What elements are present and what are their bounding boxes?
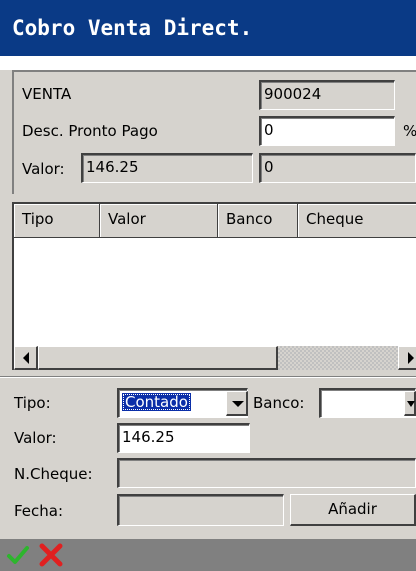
column-header-banco[interactable]: Banco (218, 204, 298, 238)
valor-label: Valor: (22, 160, 65, 178)
ncheque-label: N.Cheque: (14, 465, 93, 483)
horizontal-scrollbar[interactable] (14, 346, 416, 370)
chevron-down-icon (407, 401, 415, 407)
grid-body[interactable] (14, 238, 416, 346)
desc-pronto-pago-input[interactable]: 0 (259, 116, 395, 146)
percent-sign: % (403, 122, 416, 140)
column-header-tipo[interactable]: Tipo (14, 204, 100, 238)
checkmark-icon[interactable] (6, 544, 30, 566)
total-field: 0 (259, 153, 416, 183)
command-bar (0, 539, 416, 571)
title-separator (0, 56, 416, 70)
arrow-right-icon (408, 352, 414, 364)
desc-pronto-pago-label: Desc. Pronto Pago (22, 122, 158, 140)
payments-grid[interactable]: Tipo Valor Banco Cheque (12, 202, 416, 370)
valor-form-label: Valor: (14, 429, 57, 447)
venta-label: VENTA (22, 85, 72, 103)
tipo-selected-value: Contado (122, 393, 191, 411)
fecha-label: Fecha: (14, 502, 64, 520)
scroll-right-button[interactable] (398, 346, 416, 370)
column-header-cheque[interactable]: Cheque (298, 204, 416, 238)
venta-number-field: 900024 (259, 80, 395, 110)
banco-select[interactable] (319, 388, 416, 418)
close-icon[interactable] (38, 543, 64, 567)
chevron-down-icon (232, 401, 244, 407)
valor-summary-field: 146.25 (81, 153, 253, 183)
valor-input[interactable]: 146.25 (117, 423, 250, 453)
tipo-label: Tipo: (14, 394, 51, 412)
fecha-input[interactable] (117, 494, 284, 526)
window-title: Cobro Venta Direct. (0, 0, 416, 56)
column-header-valor[interactable]: Valor (100, 204, 218, 238)
tipo-dropdown-button[interactable] (226, 391, 248, 416)
arrow-left-icon (23, 352, 29, 364)
banco-dropdown-button[interactable] (404, 391, 416, 416)
form-divider-highlight (0, 377, 416, 378)
add-button[interactable]: Añadir (290, 494, 416, 526)
ncheque-input[interactable] (117, 458, 416, 488)
banco-label: Banco: (253, 394, 305, 412)
scroll-left-button[interactable] (14, 346, 38, 370)
scroll-thumb[interactable] (38, 346, 278, 370)
